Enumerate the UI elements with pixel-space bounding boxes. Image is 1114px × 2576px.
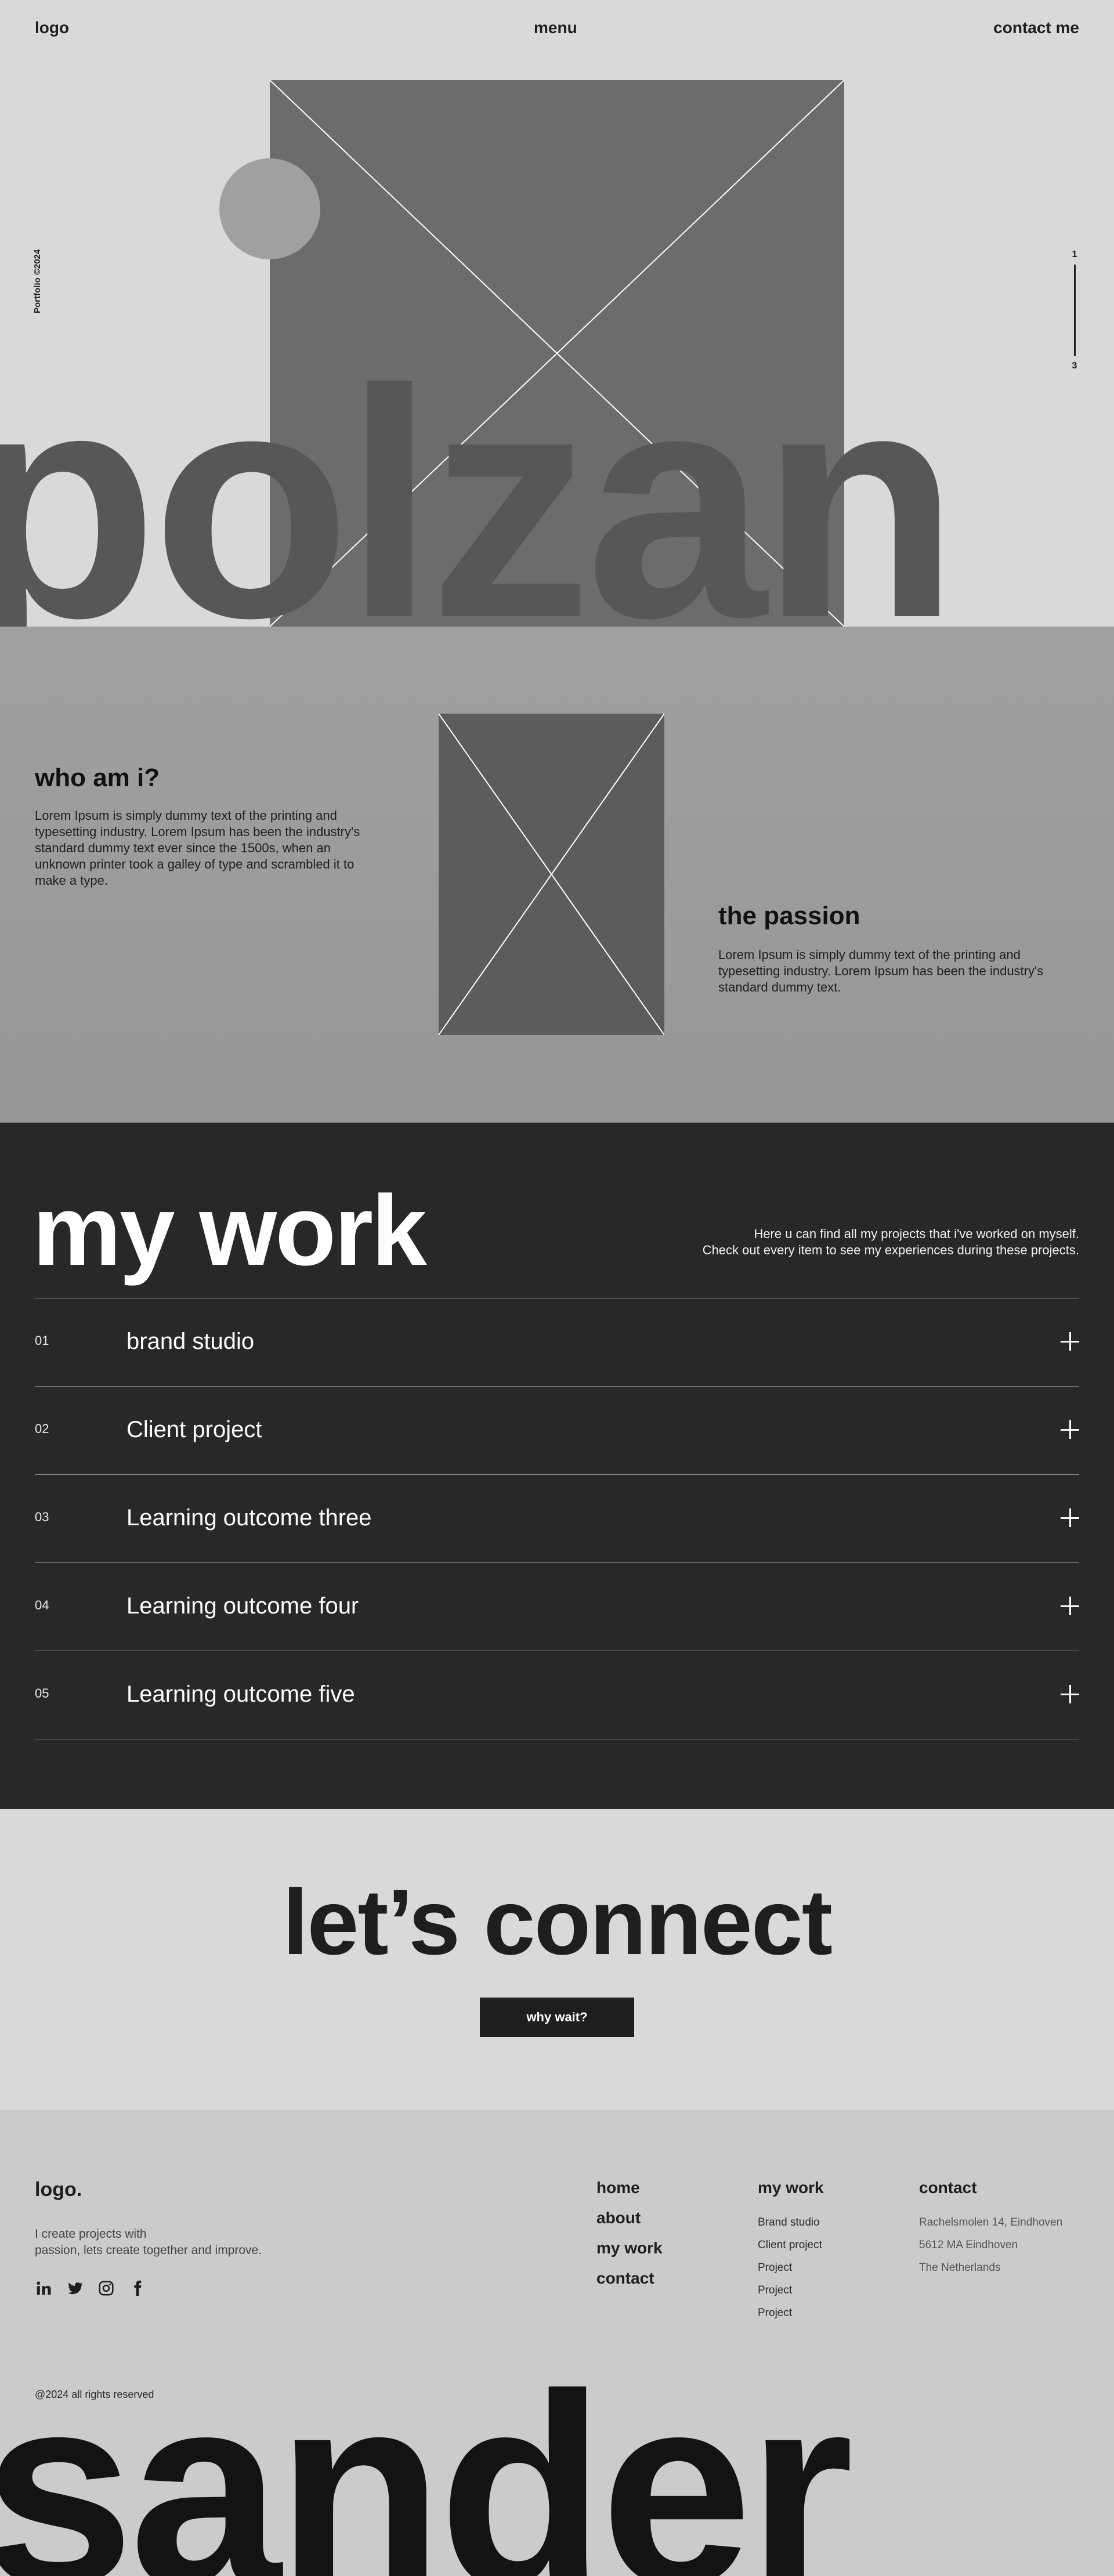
passion-heading: the passion (718, 902, 860, 930)
connect-section: let’s connect why wait? (0, 1809, 1114, 2110)
work-item-number: 01 (35, 1333, 49, 1348)
footer-work-link[interactable]: Brand studio (758, 2211, 824, 2234)
plus-icon[interactable] (1061, 1508, 1079, 1527)
work-list: 01 brand studio 02 Client project 03 Lea… (35, 1298, 1079, 1739)
work-item-title: Learning outcome five (126, 1681, 355, 1707)
footer-address-line: 5612 MA Eindhoven (919, 2239, 1018, 2251)
work-item-title: Client project (126, 1417, 262, 1442)
plus-icon[interactable] (1061, 1597, 1079, 1615)
work-item-number: 03 (35, 1510, 49, 1524)
footer-contact-heading: contact (919, 2179, 977, 2197)
plus-icon[interactable] (1061, 1420, 1079, 1439)
hero-big-name: polzan (0, 322, 959, 627)
about-section: who am i? Lorem Ipsum is simply dummy te… (0, 627, 1114, 1123)
twitter-icon[interactable] (66, 2280, 84, 2297)
footer-copyright: @2024 all rights reserved (35, 2389, 154, 2400)
footer: sander logo. I create projects with pass… (0, 2110, 1114, 2576)
work-item-number: 05 (35, 1686, 49, 1701)
plus-icon[interactable] (1061, 1685, 1079, 1703)
work-item-learning-outcome-four[interactable]: 04 Learning outcome four (35, 1563, 1079, 1651)
slide-indicator-start: 1 (1072, 249, 1077, 259)
portfolio-side-label: Portfolio ©2024 (32, 249, 42, 313)
my-work-section: my work Here u can find all my projects … (0, 1123, 1114, 1809)
who-am-i-text: Lorem Ipsum is simply dummy text of the … (35, 808, 360, 888)
footer-nav-my-work[interactable]: my work (596, 2239, 663, 2257)
footer-main-nav: home about my work contact (596, 2179, 663, 2299)
footer-work-column: my work Brand studio Client project Proj… (758, 2179, 824, 2324)
my-work-description-line-1: Here u can find all my projects that i'v… (754, 1227, 1079, 1241)
nav-contact-link[interactable]: contact me (993, 19, 1079, 37)
footer-address-line: The Netherlands (919, 2262, 1001, 2274)
slide-indicator-end: 3 (1072, 361, 1077, 371)
connect-heading: let’s connect (282, 1870, 833, 1974)
why-wait-button[interactable]: why wait? (480, 1998, 634, 2037)
work-item-title: brand studio (126, 1329, 255, 1354)
passion-text: Lorem Ipsum is simply dummy text of the … (718, 947, 1044, 994)
footer-address-line: Rachelsmolen 14, Eindhoven (919, 2216, 1063, 2228)
decorative-circle (219, 158, 320, 259)
work-item-learning-outcome-five[interactable]: 05 Learning outcome five (35, 1651, 1079, 1739)
footer-nav-home[interactable]: home (596, 2179, 663, 2197)
work-item-title: Learning outcome three (126, 1505, 372, 1531)
linkedin-icon[interactable] (35, 2280, 52, 2297)
work-item-title: Learning outcome four (126, 1593, 359, 1619)
facebook-icon[interactable] (129, 2280, 146, 2297)
work-item-client-project[interactable]: 02 Client project (35, 1387, 1079, 1475)
my-work-heading: my work (32, 1175, 427, 1286)
nav-menu-button[interactable]: menu (534, 19, 577, 37)
slide-indicator[interactable]: 1 3 (1068, 249, 1082, 371)
footer-nav-about[interactable]: about (596, 2209, 663, 2227)
nav-logo-link[interactable]: logo (35, 19, 69, 37)
footer-work-link[interactable]: Project (758, 2279, 824, 2302)
work-item-learning-outcome-three[interactable]: 03 Learning outcome three (35, 1475, 1079, 1563)
footer-big-name: sander (0, 2338, 853, 2576)
plus-icon[interactable] (1061, 1332, 1079, 1351)
my-work-description: Here u can find all my projects that i'v… (650, 1226, 1079, 1258)
work-item-number: 02 (35, 1421, 49, 1436)
about-image-placeholder (439, 714, 664, 1035)
footer-work-link[interactable]: Project (758, 2256, 824, 2279)
footer-logo[interactable]: logo. (35, 2179, 82, 2201)
slide-indicator-bar (1073, 265, 1076, 356)
footer-work-heading: my work (758, 2179, 824, 2197)
footer-nav-contact[interactable]: contact (596, 2269, 663, 2288)
footer-tagline: I create projects with passion, lets cre… (35, 2226, 302, 2259)
my-work-description-line-2: Check out every item to see my experienc… (702, 1243, 1079, 1257)
footer-work-link[interactable]: Project (758, 2302, 824, 2324)
footer-contact-column: contact Rachelsmolen 14, Eindhoven 5612 … (919, 2179, 1062, 2279)
footer-tagline-line-2: passion, lets create together and improv… (35, 2244, 262, 2257)
work-item-brand-studio[interactable]: 01 brand studio (35, 1298, 1079, 1387)
footer-tagline-line-1: I create projects with (35, 2227, 147, 2241)
who-am-i-heading: who am i? (35, 764, 160, 792)
social-links (35, 2280, 146, 2297)
footer-work-link[interactable]: Client project (758, 2234, 824, 2256)
work-item-number: 04 (35, 1598, 49, 1612)
instagram-icon[interactable] (97, 2280, 115, 2297)
hero-section: polzan logo menu contact me Portfolio ©2… (0, 0, 1114, 627)
